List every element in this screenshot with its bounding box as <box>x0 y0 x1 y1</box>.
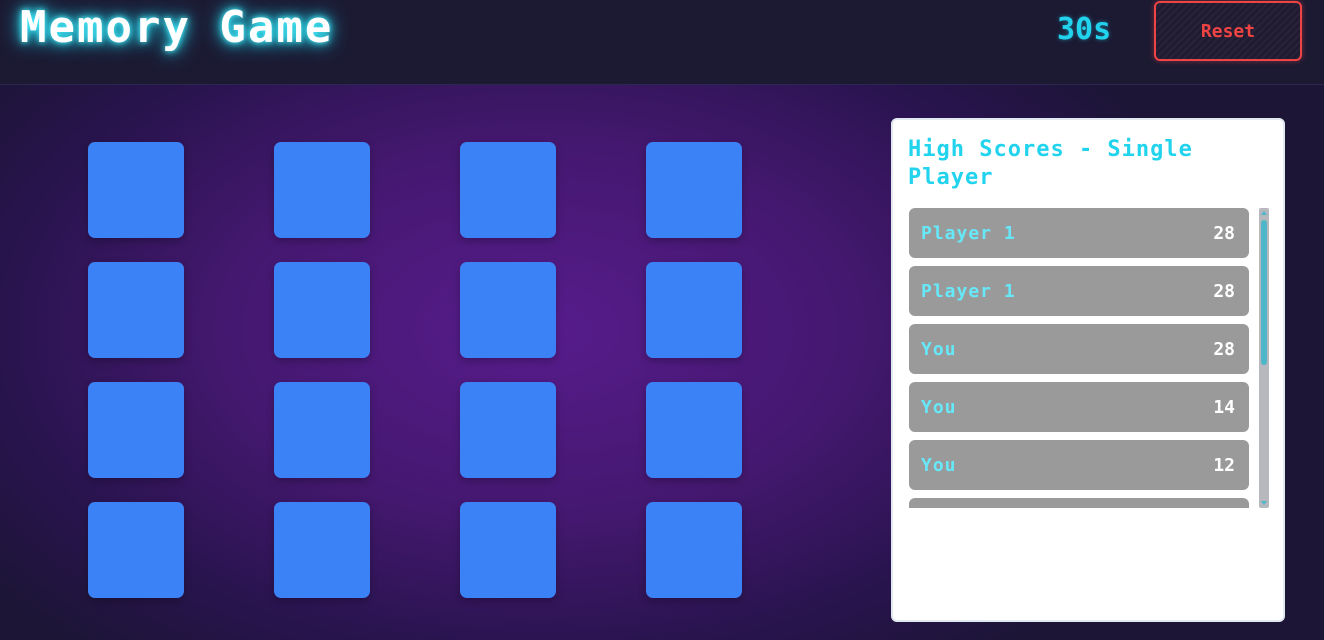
score-value: 28 <box>1213 222 1235 244</box>
scroll-up-arrow-icon[interactable] <box>1261 211 1267 215</box>
scroll-thumb[interactable] <box>1261 220 1267 365</box>
high-scores-list[interactable]: Player 1 28 Player 1 28 You 28 You 14 Yo… <box>909 208 1251 508</box>
memory-card[interactable] <box>274 502 370 598</box>
memory-card[interactable] <box>646 502 742 598</box>
reset-button[interactable]: Reset <box>1154 1 1302 61</box>
score-row: Player 1 28 <box>909 266 1249 316</box>
score-player-name: Player 1 <box>921 222 1016 244</box>
score-player-name: Player 1 <box>921 280 1016 302</box>
memory-card[interactable] <box>460 382 556 478</box>
score-row <box>909 498 1249 508</box>
timer-display: 30s <box>1057 12 1112 47</box>
high-scores-panel: High Scores - Single Player Player 1 28 … <box>891 118 1285 622</box>
memory-card[interactable] <box>274 382 370 478</box>
memory-card[interactable] <box>460 262 556 358</box>
card-grid <box>88 142 742 598</box>
memory-card[interactable] <box>646 382 742 478</box>
score-row: You 14 <box>909 382 1249 432</box>
score-row: You 28 <box>909 324 1249 374</box>
memory-card[interactable] <box>88 382 184 478</box>
game-title: Memory Game <box>20 2 334 53</box>
memory-card[interactable] <box>88 262 184 358</box>
memory-card[interactable] <box>274 262 370 358</box>
memory-card[interactable] <box>88 502 184 598</box>
memory-card[interactable] <box>646 142 742 238</box>
score-row: Player 1 28 <box>909 208 1249 258</box>
score-player-name: You <box>921 396 957 418</box>
score-value: 14 <box>1213 396 1235 418</box>
memory-card[interactable] <box>646 262 742 358</box>
memory-card[interactable] <box>274 142 370 238</box>
memory-card[interactable] <box>460 502 556 598</box>
score-value: 28 <box>1213 338 1235 360</box>
game-header: Memory Game 30s Reset <box>0 0 1324 85</box>
scores-scrollbar[interactable] <box>1259 208 1269 508</box>
score-player-name: You <box>921 454 957 476</box>
high-scores-title: High Scores - Single Player <box>908 137 1193 190</box>
scroll-down-arrow-icon[interactable] <box>1261 501 1267 505</box>
score-value: 28 <box>1213 280 1235 302</box>
memory-card[interactable] <box>460 142 556 238</box>
score-row: You 12 <box>909 440 1249 490</box>
score-value: 12 <box>1213 454 1235 476</box>
score-player-name: You <box>921 338 957 360</box>
memory-card[interactable] <box>88 142 184 238</box>
